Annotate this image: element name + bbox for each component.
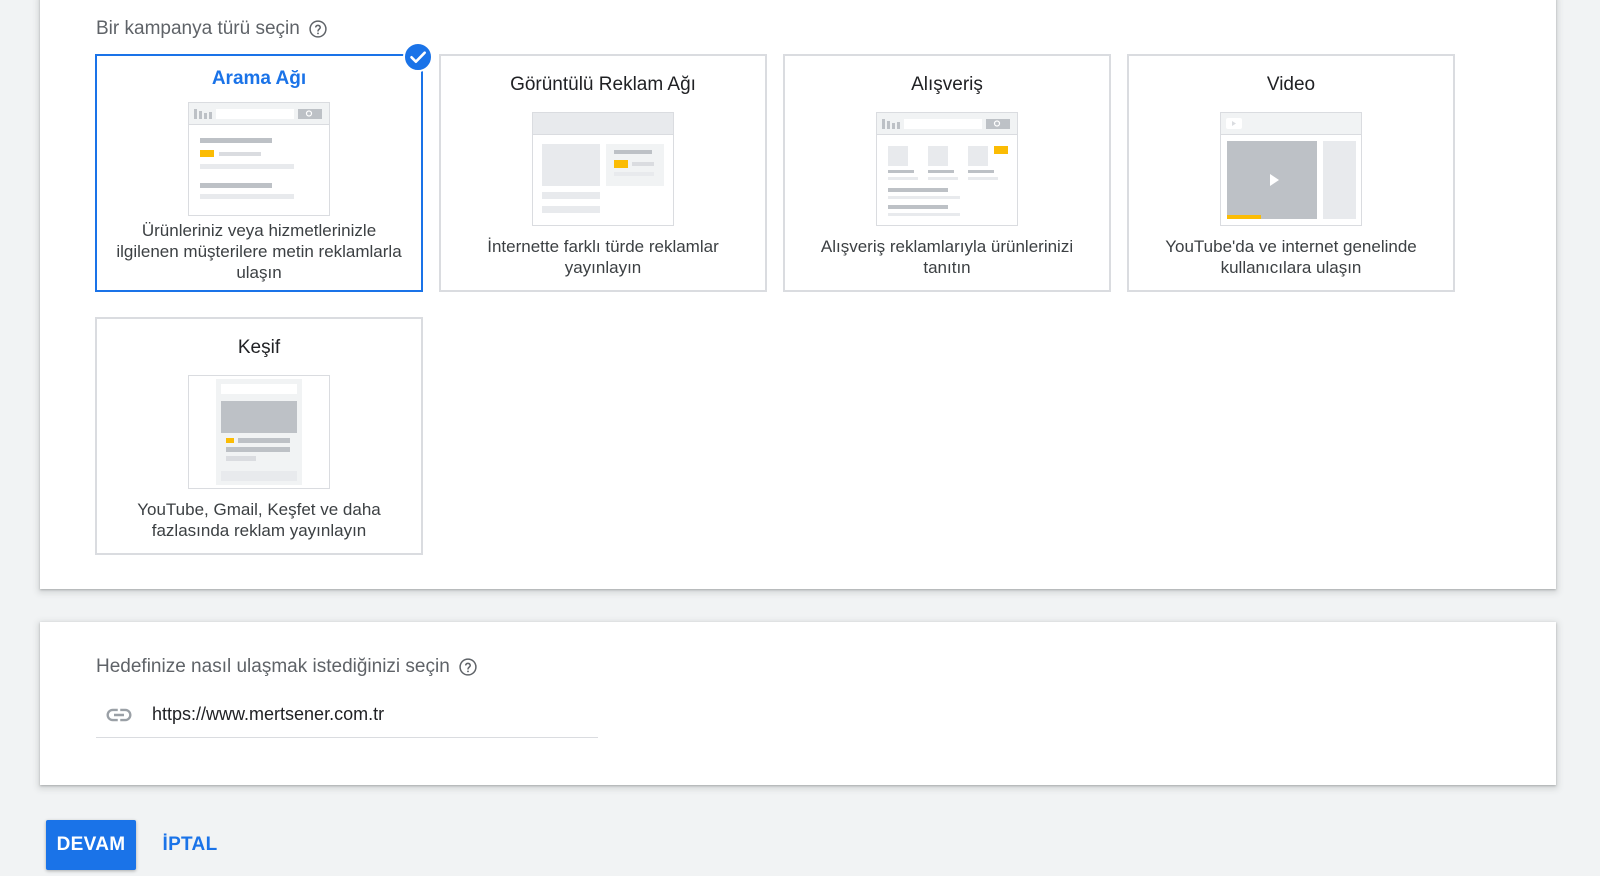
campaign-card-shopping[interactable]: Alışveriş Alışveriş reklamlarıyla ürünle… xyxy=(783,54,1111,292)
campaign-type-label: Bir kampanya türü seçin xyxy=(96,18,328,40)
campaign-card-display[interactable]: Görüntülü Reklam Ağı İnternette farklı t… xyxy=(439,54,767,292)
video-illustration xyxy=(1220,112,1362,226)
help-circle-icon[interactable] xyxy=(458,657,478,677)
continue-button[interactable]: DEVAM xyxy=(46,820,136,870)
card-description: Ürünleriniz veya hizmetlerinizle ilgilen… xyxy=(116,221,402,282)
card-title: Video xyxy=(1266,74,1316,95)
website-url-input[interactable] xyxy=(152,704,572,725)
cancel-button[interactable]: İPTAL xyxy=(152,820,228,870)
card-title: Görüntülü Reklam Ağı xyxy=(510,74,696,95)
card-description: İnternette farklı türde reklamlar yayınl… xyxy=(487,237,719,277)
help-circle-icon[interactable] xyxy=(308,19,328,39)
card-title: Arama Ağı xyxy=(211,68,307,89)
campaign-card-search[interactable]: Arama Ağı Ürünleriniz veya hizmetleriniz… xyxy=(95,42,433,292)
discovery-illustration xyxy=(188,375,330,489)
card-title: Alışveriş xyxy=(911,74,983,95)
campaign-type-panel: Bir kampanya türü seçin Arama Ağı Ürünle… xyxy=(40,0,1556,589)
goal-label: Hedefinize nasıl ulaşmak istediğinizi se… xyxy=(96,656,478,678)
display-network-illustration xyxy=(532,112,674,226)
campaign-card-video[interactable]: Video YouTube'da ve internet genelinde k… xyxy=(1127,54,1455,292)
campaign-card-discovery[interactable]: Keşif YouTube, Gmail, Keşfet ve daha faz… xyxy=(95,317,423,555)
goal-panel: Hedefinize nasıl ulaşmak istediğinizi se… xyxy=(40,622,1556,785)
website-url-field[interactable] xyxy=(96,692,598,738)
card-title: Keşif xyxy=(237,337,281,358)
card-description: Alışveriş reklamlarıyla ürünlerinizi tan… xyxy=(820,237,1074,277)
card-description: YouTube, Gmail, Keşfet ve daha fazlasınd… xyxy=(137,500,381,540)
search-network-illustration xyxy=(188,102,330,216)
shopping-illustration xyxy=(876,112,1018,226)
check-circle-icon xyxy=(403,42,433,72)
link-icon xyxy=(106,708,132,721)
card-description: YouTube'da ve internet genelinde kullanı… xyxy=(1165,237,1417,277)
